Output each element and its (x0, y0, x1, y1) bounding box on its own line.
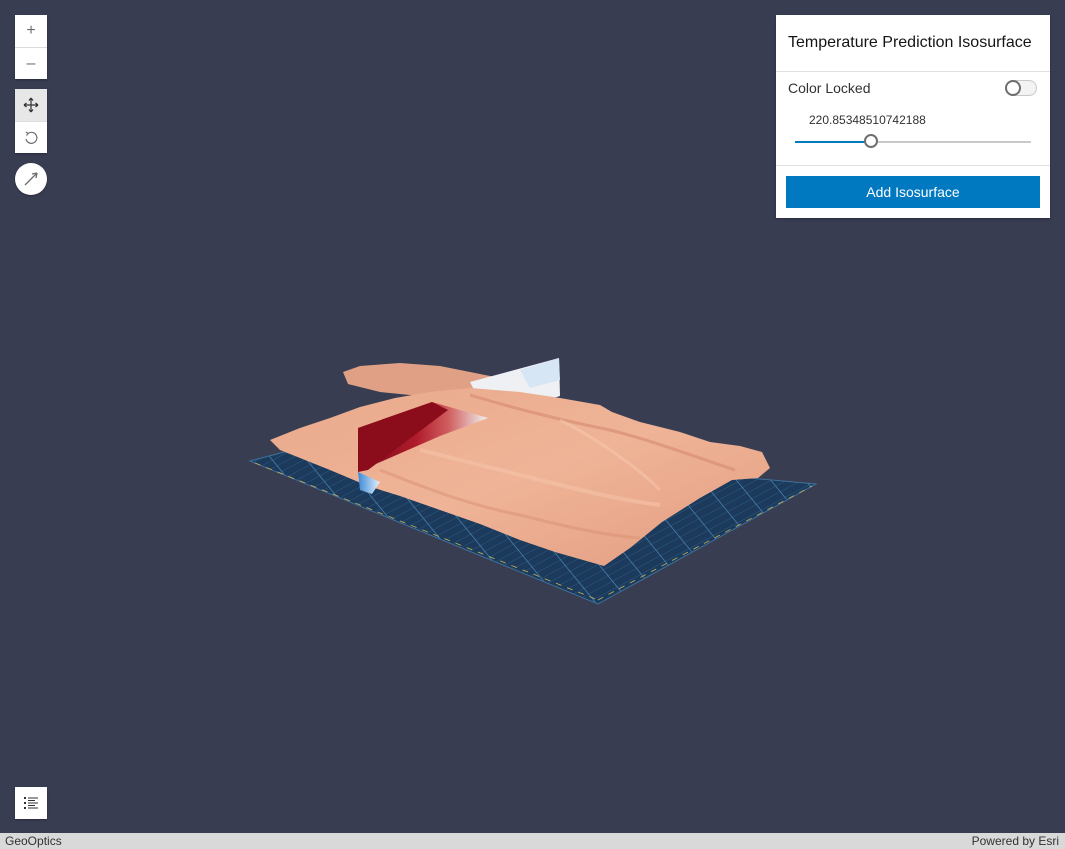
legend-button[interactable] (15, 787, 47, 819)
slider-value-label: 220.85348510742188 (809, 113, 926, 127)
rotate-button[interactable] (15, 121, 47, 153)
slider-thumb[interactable] (863, 134, 878, 148)
compass-icon (24, 172, 38, 186)
zoom-in-button[interactable]: + (15, 15, 47, 47)
navigation-toggle (15, 89, 47, 153)
toggle-knob (1005, 80, 1021, 96)
pan-button[interactable] (15, 89, 47, 121)
color-locked-label: Color Locked (788, 80, 871, 96)
isosurface-panel: Temperature Prediction Isosurface Color … (776, 15, 1050, 218)
zoom-out-button[interactable]: – (15, 47, 47, 79)
scene-view[interactable]: + – Temperature Prediction Isosurface Co… (0, 0, 1065, 833)
attribution-bar: GeoOptics Powered by Esri (0, 833, 1065, 849)
minus-icon: – (26, 54, 36, 72)
legend-list-icon (24, 797, 38, 809)
powered-by-esri[interactable]: Powered by Esri (972, 833, 1059, 849)
attribution-source: GeoOptics (5, 834, 62, 848)
divider (776, 165, 1050, 166)
isovalue-slider[interactable] (795, 134, 1031, 148)
compass-button[interactable] (15, 163, 47, 195)
rotate-icon (25, 131, 38, 144)
divider (776, 71, 1050, 72)
pan-icon (23, 97, 39, 113)
color-locked-toggle[interactable] (1005, 80, 1037, 96)
panel-title: Temperature Prediction Isosurface (788, 34, 1032, 51)
zoom-widget: + – (15, 15, 47, 79)
add-isosurface-button[interactable]: Add Isosurface (786, 176, 1040, 208)
plus-icon: + (26, 22, 36, 39)
slider-fill (795, 141, 871, 143)
